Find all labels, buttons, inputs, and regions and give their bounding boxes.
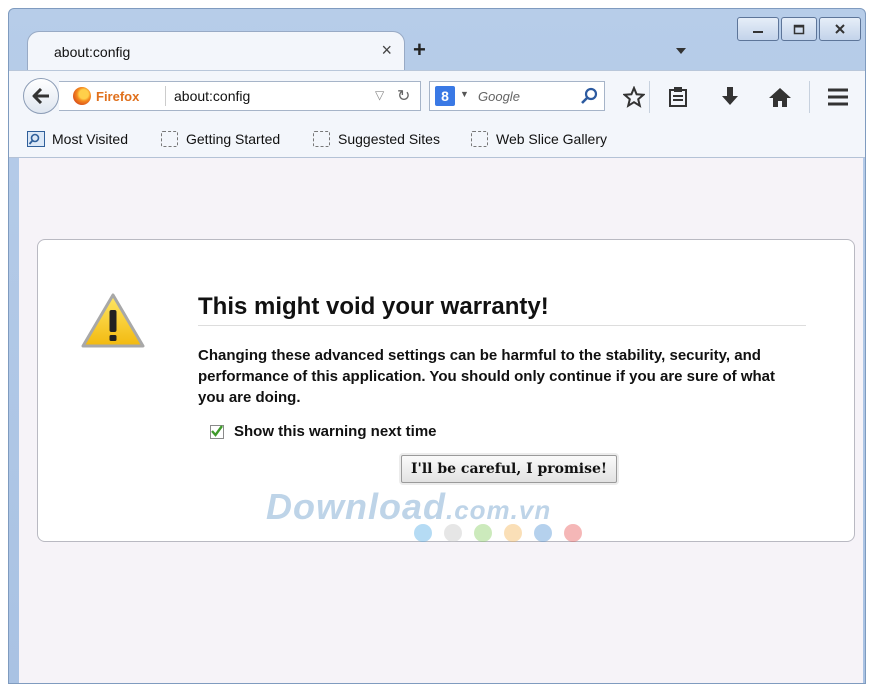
bookmark-getting-started[interactable]: Getting Started [161, 131, 280, 147]
watermark: Download.com.vn [266, 486, 551, 528]
navigation-toolbar: Firefox about:config ▽ ↻ 8 ▼ Google [9, 70, 865, 122]
watermark-dot [444, 524, 462, 542]
close-window-button[interactable] [819, 17, 861, 41]
watermark-dot [534, 524, 552, 542]
reload-icon[interactable]: ↻ [397, 86, 410, 106]
warning-triangle-icon [81, 293, 145, 348]
search-icon[interactable] [580, 87, 598, 105]
watermark-brand: Download [266, 486, 446, 527]
minimize-button[interactable] [737, 17, 779, 41]
bookmark-placeholder-icon [313, 131, 330, 147]
show-warning-checkbox-row[interactable]: Show this warning next time [210, 423, 437, 440]
maximize-button[interactable] [781, 17, 817, 41]
bookmarks-toolbar: Most Visited Getting Started Suggested S… [9, 122, 865, 158]
warning-message: Changing these advanced settings can be … [198, 347, 776, 406]
hamburger-menu-icon[interactable] [825, 86, 851, 108]
bookmark-suggested-sites[interactable]: Suggested Sites [313, 131, 440, 147]
identity-label: Firefox [96, 88, 140, 104]
bookmarks-menu-clipboard-icon[interactable] [665, 86, 691, 108]
title-divider [198, 325, 806, 326]
url-bar[interactable]: Firefox about:config ▽ ↻ [59, 81, 421, 111]
watermark-dot [474, 524, 492, 542]
watermark-dots [414, 524, 594, 542]
watermark-dot [564, 524, 582, 542]
bookmark-label: Web Slice Gallery [496, 131, 608, 147]
show-warning-checkbox[interactable] [210, 424, 224, 439]
minimize-icon [753, 31, 763, 33]
firefox-logo-icon [73, 87, 91, 105]
search-input[interactable]: Google [478, 89, 520, 104]
bookmark-placeholder-icon [471, 131, 488, 147]
bookmark-label: Getting Started [186, 131, 281, 147]
checkmark-icon [211, 424, 223, 437]
tab-about-config[interactable]: about:config × [27, 31, 405, 71]
tab-list-chevron-down-icon[interactable] [675, 47, 687, 55]
watermark-domain: .com.vn [445, 495, 552, 525]
bookmark-label: Suggested Sites [338, 131, 440, 147]
bookmark-web-slice-gallery[interactable]: Web Slice Gallery [471, 131, 607, 147]
toolbar-divider [649, 81, 650, 113]
back-button[interactable] [23, 78, 59, 114]
home-icon[interactable] [767, 86, 793, 108]
identity-divider [165, 86, 166, 106]
search-engine-dropdown-icon[interactable]: ▼ [460, 89, 469, 99]
bookmark-label: Most Visited [52, 131, 128, 147]
watermark-dot [504, 524, 522, 542]
close-icon [835, 24, 845, 34]
browser-window: about:config × + Firefox about:config ▽ … [8, 8, 866, 684]
bookmark-most-visited[interactable]: Most Visited [27, 131, 128, 147]
downloads-arrow-icon[interactable] [717, 86, 743, 108]
toolbar-divider [809, 81, 810, 113]
search-bar[interactable]: 8 ▼ Google [429, 81, 605, 111]
ill-be-careful-button[interactable]: I'll be careful, I promise! [401, 455, 618, 483]
identity-box[interactable]: Firefox [73, 87, 139, 105]
tab-close-icon[interactable]: × [381, 41, 392, 59]
maximize-icon [793, 24, 805, 35]
url-input[interactable]: about:config [174, 88, 250, 104]
tab-title: about:config [54, 44, 131, 60]
warning-panel: This might void your warranty! Changing … [37, 239, 855, 542]
warning-title: This might void your warranty! [198, 293, 549, 320]
show-warning-label: Show this warning next time [234, 423, 437, 440]
new-tab-icon[interactable]: + [413, 39, 426, 61]
most-visited-icon [27, 131, 45, 147]
url-history-dropdown-icon[interactable]: ▽ [375, 88, 384, 102]
bookmark-star-icon[interactable] [621, 86, 647, 108]
google-engine-icon[interactable]: 8 [435, 86, 455, 106]
back-arrow-icon [32, 88, 49, 104]
bookmark-placeholder-icon [161, 131, 178, 147]
watermark-dot [414, 524, 432, 542]
page-content: This might void your warranty! Changing … [19, 158, 863, 683]
